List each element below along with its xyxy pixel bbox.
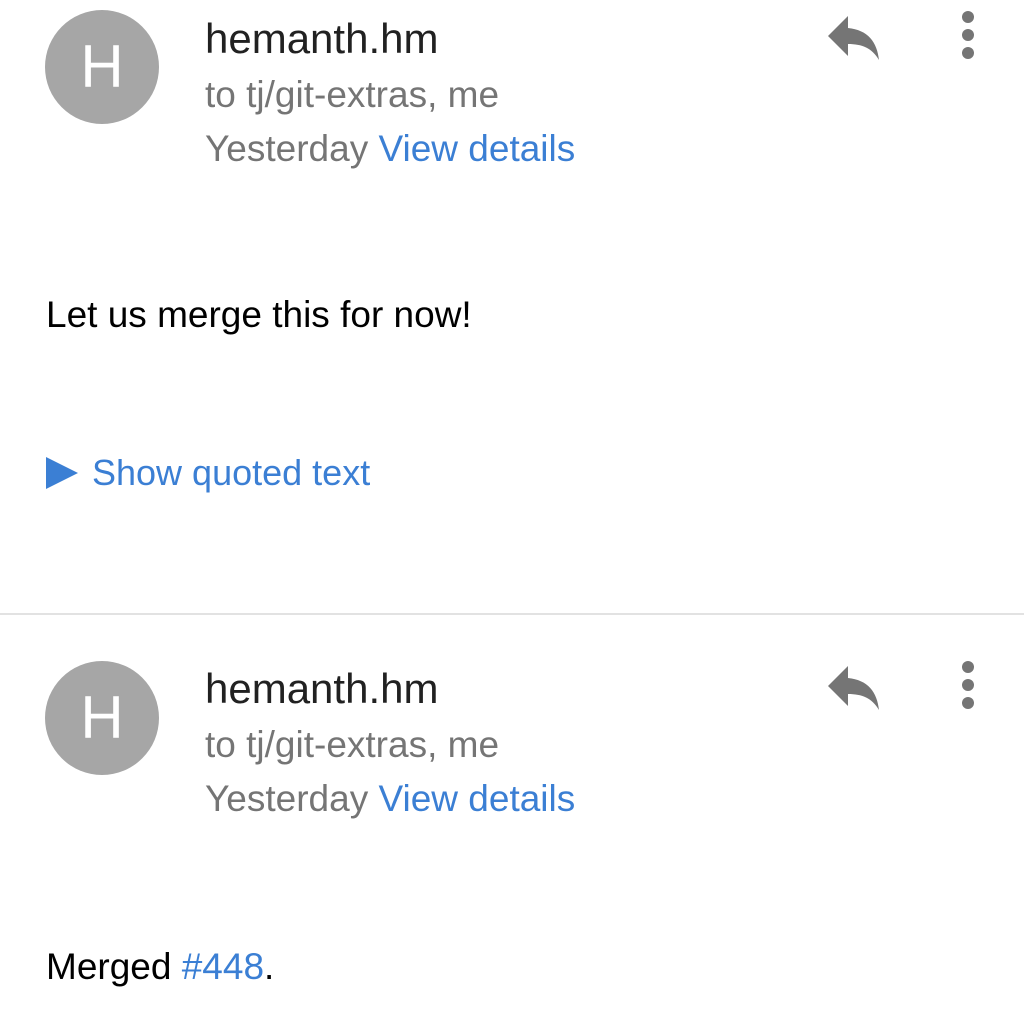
recipients: to tj/git-extras, me: [205, 74, 500, 115]
view-details-link[interactable]: View details: [378, 128, 575, 169]
more-options-button[interactable]: [948, 8, 988, 64]
reply-button[interactable]: [822, 8, 884, 64]
show-quoted-text-label: Show quoted text: [92, 452, 371, 493]
message-divider: [0, 613, 1024, 615]
more-vert-icon: [962, 11, 974, 59]
avatar[interactable]: H: [45, 10, 159, 124]
date-row: Yesterday View details: [205, 126, 575, 172]
avatar[interactable]: H: [45, 661, 159, 775]
email-message: H hemanth.hm to tj/git-extras, me Yester…: [0, 616, 1024, 1024]
show-quoted-text-button[interactable]: Show quoted text: [46, 450, 370, 496]
sender-name: hemanth.hm: [205, 665, 439, 712]
recipients: to tj/git-extras, me: [205, 724, 500, 765]
message-body-suffix: .: [264, 946, 275, 987]
more-vert-icon: [962, 661, 974, 709]
more-options-button[interactable]: [948, 658, 988, 714]
email-thread: H hemanth.hm to tj/git-extras, me Yester…: [0, 0, 1024, 1024]
view-details-link[interactable]: View details: [378, 778, 575, 819]
reply-icon: [828, 16, 879, 60]
pull-request-link[interactable]: #448: [182, 946, 264, 987]
email-message: H hemanth.hm to tj/git-extras, me Yester…: [0, 0, 1024, 614]
message-body-text: Merged: [46, 946, 172, 987]
triangle-right-icon: [46, 457, 78, 489]
message-body: Merged #448.: [46, 944, 274, 990]
reply-button[interactable]: [822, 658, 884, 714]
message-body: Let us merge this for now!: [46, 294, 472, 335]
sender-name: hemanth.hm: [205, 15, 439, 62]
date-row: Yesterday View details: [205, 776, 575, 822]
message-date: Yesterday: [205, 128, 369, 169]
message-date: Yesterday: [205, 778, 369, 819]
reply-icon: [828, 666, 879, 710]
